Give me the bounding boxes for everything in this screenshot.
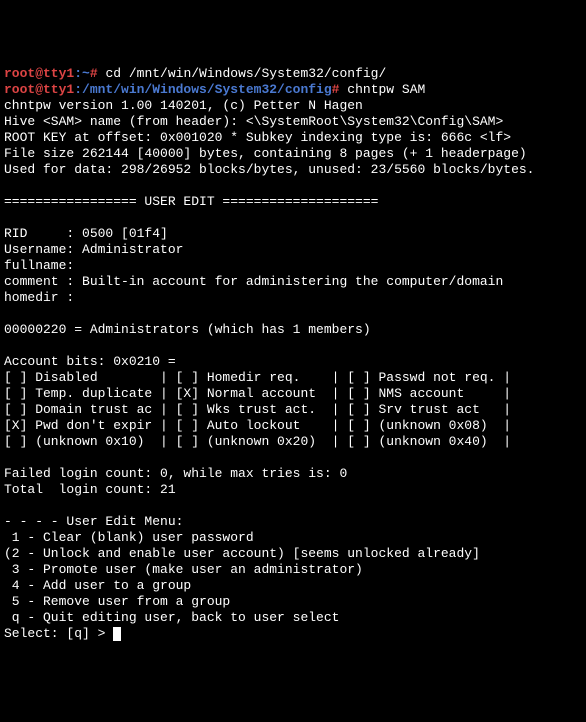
menu-option: (2 - Unlock and enable user account) [se… <box>4 546 480 561</box>
output-line: [ ] Domain trust ac | [ ] Wks trust act.… <box>4 402 511 417</box>
output-line: ================= USER EDIT ============… <box>4 194 378 209</box>
prompt-user: root@tty1 <box>4 82 74 97</box>
output-line: 00000220 = Administrators (which has 1 m… <box>4 322 371 337</box>
command: chntpw SAM <box>339 82 425 97</box>
output-line: chntpw version 1.00 140201, (c) Petter N… <box>4 98 363 113</box>
output-line: - - - - User Edit Menu: <box>4 514 183 529</box>
prompt-hash: # <box>90 66 98 81</box>
cursor-icon <box>113 627 121 641</box>
prompt-path: :~ <box>74 66 90 81</box>
output-line: Account bits: 0x0210 = <box>4 354 176 369</box>
output-line: [ ] (unknown 0x10) | [ ] (unknown 0x20) … <box>4 434 511 449</box>
output-line: [X] Pwd don't expir | [ ] Auto lockout |… <box>4 418 511 433</box>
output-line: Hive <SAM> name (from header): <\SystemR… <box>4 114 503 129</box>
output-line: comment : Built-in account for administe… <box>4 274 503 289</box>
terminal[interactable]: root@tty1:~# cd /mnt/win/Windows/System3… <box>4 66 582 642</box>
prompt-path: :/mnt/win/Windows/System32/config <box>74 82 331 97</box>
output-line: homedir : <box>4 290 74 305</box>
prompt-user: root@tty1 <box>4 66 74 81</box>
menu-option: 3 - Promote user (make user an administr… <box>4 562 363 577</box>
command: cd /mnt/win/Windows/System32/config/ <box>98 66 387 81</box>
output-line: Used for data: 298/26952 blocks/bytes, u… <box>4 162 535 177</box>
output-line: [ ] Temp. duplicate | [X] Normal account… <box>4 386 511 401</box>
select-prompt[interactable]: Select: [q] > <box>4 626 113 641</box>
output-line: fullname: <box>4 258 74 273</box>
output-line: Failed login count: 0, while max tries i… <box>4 466 347 481</box>
output-line: File size 262144 [40000] bytes, containi… <box>4 146 527 161</box>
output-line: Username: Administrator <box>4 242 183 257</box>
output-line: Total login count: 21 <box>4 482 176 497</box>
output-line: RID : 0500 [01f4] <box>4 226 168 241</box>
menu-option: 1 - Clear (blank) user password <box>4 530 254 545</box>
menu-option: 5 - Remove user from a group <box>4 594 230 609</box>
output-line: [ ] Disabled | [ ] Homedir req. | [ ] Pa… <box>4 370 511 385</box>
menu-option: q - Quit editing user, back to user sele… <box>4 610 339 625</box>
menu-option: 4 - Add user to a group <box>4 578 191 593</box>
output-line: ROOT KEY at offset: 0x001020 * Subkey in… <box>4 130 511 145</box>
